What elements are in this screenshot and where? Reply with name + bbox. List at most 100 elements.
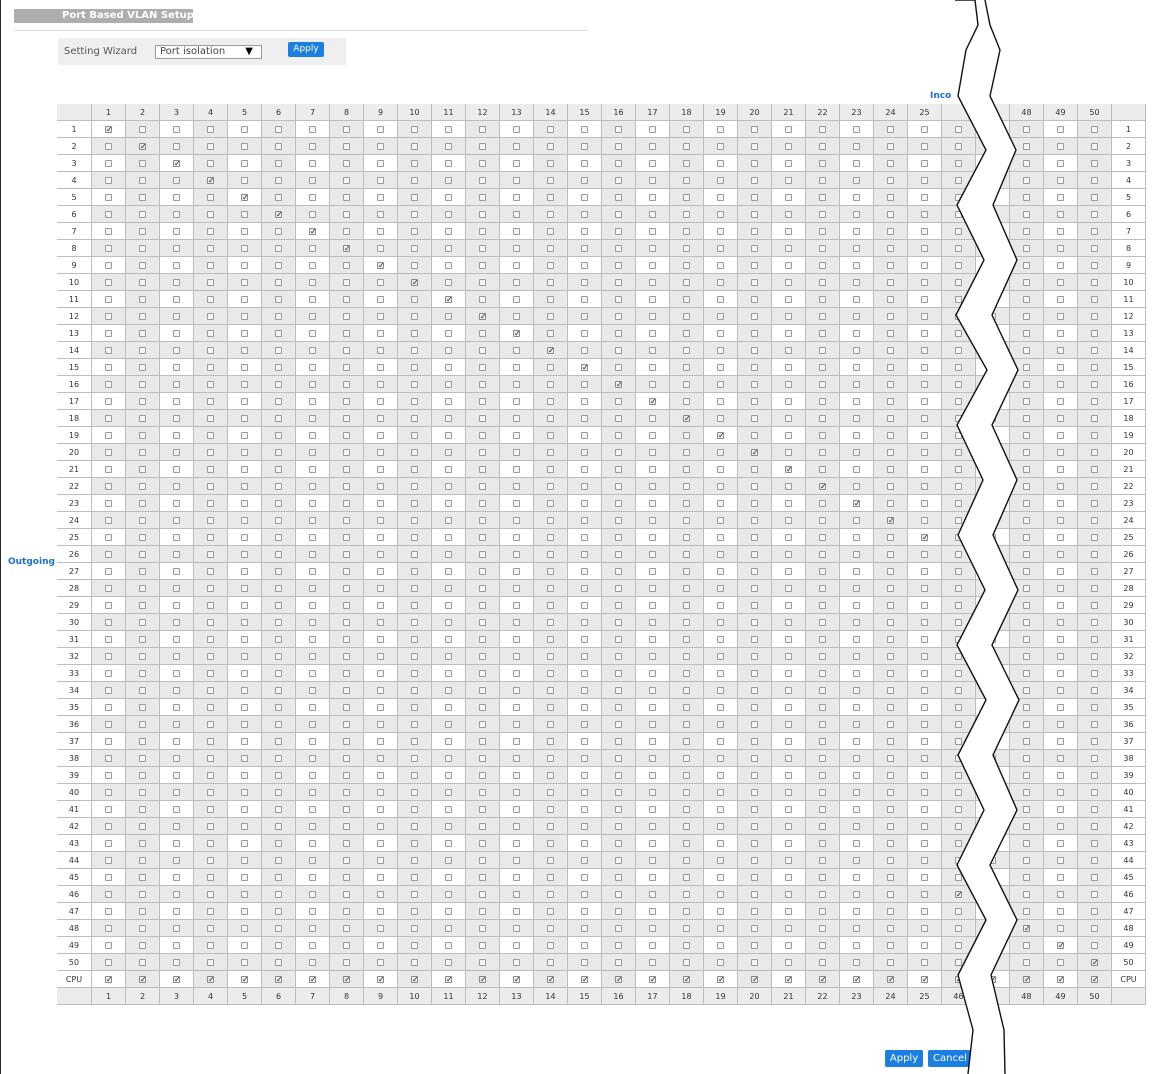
checkbox[interactable] [581, 499, 588, 507]
checkbox[interactable] [751, 176, 758, 184]
checkbox-checked[interactable]: ✓ [445, 295, 453, 303]
checkbox[interactable] [1057, 431, 1064, 439]
checkbox[interactable] [343, 261, 350, 269]
checkbox[interactable] [139, 448, 146, 456]
checkbox[interactable] [581, 788, 588, 796]
checkbox[interactable] [547, 856, 554, 864]
checkbox[interactable] [445, 584, 452, 592]
checkbox[interactable] [547, 924, 554, 932]
checkbox[interactable] [513, 346, 520, 354]
checkbox-checked[interactable]: ✓ [717, 431, 725, 439]
checkbox[interactable] [921, 346, 928, 354]
checkbox[interactable] [717, 261, 724, 269]
checkbox[interactable] [241, 465, 248, 473]
checkbox[interactable] [1057, 686, 1064, 694]
checkbox[interactable] [1091, 652, 1098, 660]
checkbox[interactable] [275, 686, 282, 694]
checkbox[interactable] [989, 839, 996, 847]
checkbox[interactable] [785, 227, 792, 235]
checkbox[interactable] [139, 737, 146, 745]
checkbox[interactable] [1057, 924, 1064, 932]
checkbox[interactable] [717, 788, 724, 796]
checkbox[interactable] [1091, 261, 1098, 269]
checkbox[interactable] [751, 261, 758, 269]
checkbox[interactable] [343, 924, 350, 932]
checkbox[interactable] [139, 516, 146, 524]
checkbox[interactable] [649, 873, 656, 881]
checkbox[interactable] [513, 652, 520, 660]
checkbox[interactable] [173, 941, 180, 949]
checkbox[interactable] [581, 601, 588, 609]
checkbox[interactable] [343, 907, 350, 915]
checkbox[interactable] [1057, 703, 1064, 711]
checkbox[interactable] [581, 567, 588, 575]
checkbox[interactable] [411, 397, 418, 405]
checkbox[interactable] [105, 720, 112, 728]
checkbox[interactable] [785, 839, 792, 847]
checkbox[interactable] [819, 703, 826, 711]
checkbox[interactable] [173, 431, 180, 439]
checkbox[interactable] [547, 550, 554, 558]
checkbox[interactable] [921, 567, 928, 575]
checkbox[interactable] [241, 737, 248, 745]
checkbox[interactable] [683, 805, 690, 813]
checkbox[interactable] [445, 703, 452, 711]
checkbox[interactable] [241, 125, 248, 133]
checkbox[interactable] [887, 278, 894, 286]
checkbox[interactable] [343, 771, 350, 779]
checkbox[interactable] [921, 210, 928, 218]
checkbox-checked[interactable]: ✓ [683, 414, 691, 422]
checkbox[interactable] [207, 193, 214, 201]
checkbox[interactable] [921, 754, 928, 762]
checkbox[interactable] [139, 754, 146, 762]
checkbox[interactable] [955, 397, 962, 405]
checkbox[interactable] [1091, 482, 1098, 490]
checkbox[interactable] [615, 805, 622, 813]
checkbox[interactable] [309, 890, 316, 898]
checkbox[interactable] [479, 448, 486, 456]
checkbox[interactable] [207, 482, 214, 490]
checkbox[interactable] [1091, 227, 1098, 235]
checkbox[interactable] [139, 397, 146, 405]
checkbox[interactable] [717, 448, 724, 456]
checkbox-checked[interactable]: ✓ [513, 329, 521, 337]
checkbox[interactable] [751, 431, 758, 439]
checkbox[interactable] [921, 686, 928, 694]
checkbox[interactable] [173, 295, 180, 303]
checkbox[interactable] [513, 788, 520, 796]
checkbox[interactable] [275, 669, 282, 677]
checkbox[interactable] [1023, 601, 1030, 609]
checkbox[interactable] [207, 159, 214, 167]
checkbox[interactable] [581, 958, 588, 966]
checkbox[interactable] [1091, 907, 1098, 915]
checkbox[interactable] [309, 856, 316, 864]
checkbox[interactable] [139, 890, 146, 898]
checkbox[interactable] [513, 295, 520, 303]
checkbox[interactable] [887, 890, 894, 898]
checkbox[interactable] [785, 754, 792, 762]
checkbox[interactable] [1091, 805, 1098, 813]
checkbox[interactable] [411, 788, 418, 796]
checkbox[interactable] [1091, 720, 1098, 728]
checkbox[interactable] [921, 550, 928, 558]
checkbox[interactable] [649, 278, 656, 286]
checkbox[interactable] [819, 346, 826, 354]
checkbox[interactable] [1023, 346, 1030, 354]
checkbox[interactable] [343, 788, 350, 796]
checkbox[interactable] [853, 533, 860, 541]
checkbox[interactable] [479, 295, 486, 303]
checkbox[interactable] [751, 414, 758, 422]
checkbox[interactable] [173, 516, 180, 524]
checkbox[interactable] [445, 244, 452, 252]
checkbox[interactable] [343, 465, 350, 473]
checkbox[interactable] [547, 686, 554, 694]
checkbox[interactable] [445, 550, 452, 558]
checkbox[interactable] [683, 142, 690, 150]
checkbox[interactable] [921, 125, 928, 133]
checkbox[interactable] [955, 907, 962, 915]
checkbox[interactable] [751, 380, 758, 388]
checkbox[interactable] [513, 312, 520, 320]
checkbox[interactable] [887, 907, 894, 915]
checkbox[interactable] [785, 261, 792, 269]
checkbox[interactable] [819, 669, 826, 677]
